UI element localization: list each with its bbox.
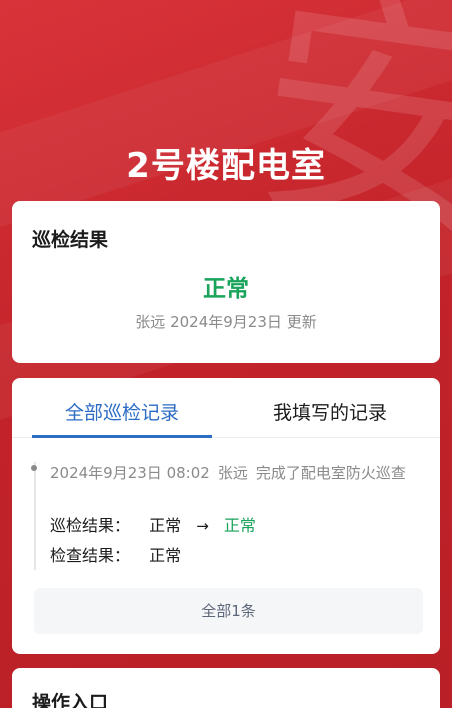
update-suffix: 更新 [286,313,317,331]
active-tab-indicator [32,435,212,438]
inspect-result-row: 巡检结果： 正常 → 正常 [50,512,256,536]
update-date: 2024年9月23日 [170,313,282,331]
result-card-title: 巡检结果 [32,229,109,251]
records-tabs: 全部巡检记录 我填写的记录 [12,378,440,438]
view-all-records-button[interactable]: 全部1条 [34,588,423,634]
check-result-label: 检查结果： [50,546,131,565]
inspect-result-from: 正常 [149,516,182,535]
arrow-right-icon: → [196,517,209,535]
record-person: 张远 [217,464,248,482]
result-update-meta: 张远 2024年9月23日 更新 [12,311,440,332]
tab-my-records[interactable]: 我填写的记录 [240,398,420,425]
records-card: 全部巡检记录 我填写的记录 2024年9月23日 08:02 张远 完成了配电室防火… [12,378,440,654]
record-datetime: 2024年9月23日 08:02 [50,464,210,482]
check-result-row: 检查结果： 正常 [50,542,181,566]
timeline-dot [31,465,37,471]
page-title: 2号楼配电室 [126,146,326,186]
record-entry-header: 2024年9月23日 08:02 张远 完成了配电室防火巡查 [50,462,420,485]
operations-title: 操作入口 [32,692,109,708]
record-action: 完成了配电室防火巡查 [255,464,406,482]
updater-name: 张远 [135,313,166,331]
timeline-line [34,462,36,570]
inspect-result-to: 正常 [223,516,256,535]
inspect-result-label: 巡检结果： [50,516,131,535]
inspection-result-card: 巡检结果 正常 张远 2024年9月23日 更新 [12,201,440,363]
result-status: 正常 [203,276,249,302]
operations-card: 操作入口 [12,668,440,708]
check-result-value: 正常 [149,546,182,565]
tab-all-records[interactable]: 全部巡检记录 [32,398,212,425]
